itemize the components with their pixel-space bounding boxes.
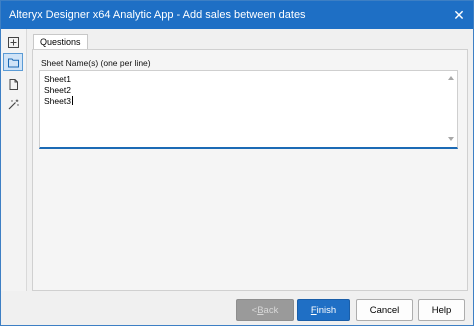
sidebar-item-folder[interactable] [3, 53, 23, 71]
app-icon [7, 36, 19, 48]
app-window: Alteryx Designer x64 Analytic App - Add … [0, 0, 474, 326]
back-button[interactable]: < Back [236, 299, 294, 321]
title-bar: Alteryx Designer x64 Analytic App - Add … [1, 1, 473, 29]
textarea-line: Sheet3 [44, 96, 73, 106]
scroll-up-arrow-icon[interactable] [448, 76, 454, 80]
sheet-names-label: Sheet Name(s) (one per line) [41, 58, 151, 68]
sidebar-item-document[interactable] [3, 75, 23, 93]
button-bar: < Back Finish Cancel Help [1, 291, 473, 325]
questions-panel: Sheet Name(s) (one per line) Sheet1 Shee… [32, 49, 468, 291]
close-icon[interactable]: ✕ [445, 1, 473, 29]
wand-icon [8, 99, 19, 109]
cancel-button[interactable]: Cancel [356, 299, 413, 321]
help-button[interactable]: Help [418, 299, 465, 321]
textarea-content: Sheet1 Sheet2 Sheet3 [44, 74, 73, 107]
document-icon [9, 78, 18, 90]
sidebar [1, 29, 27, 325]
sidebar-item-wand[interactable] [3, 95, 23, 113]
sheet-names-textarea[interactable]: Sheet1 Sheet2 Sheet3 [39, 70, 458, 149]
finish-button[interactable]: Finish [297, 299, 350, 321]
text-caret [71, 96, 73, 105]
window-title: Alteryx Designer x64 Analytic App - Add … [9, 9, 306, 21]
textarea-line: Sheet2 [44, 85, 71, 95]
sidebar-item-app[interactable] [3, 33, 23, 51]
tab-questions[interactable]: Questions [33, 34, 88, 50]
folder-icon [7, 58, 19, 67]
scroll-down-arrow-icon[interactable] [448, 137, 454, 141]
tab-strip: Questions [33, 34, 88, 50]
textarea-line: Sheet1 [44, 74, 71, 84]
